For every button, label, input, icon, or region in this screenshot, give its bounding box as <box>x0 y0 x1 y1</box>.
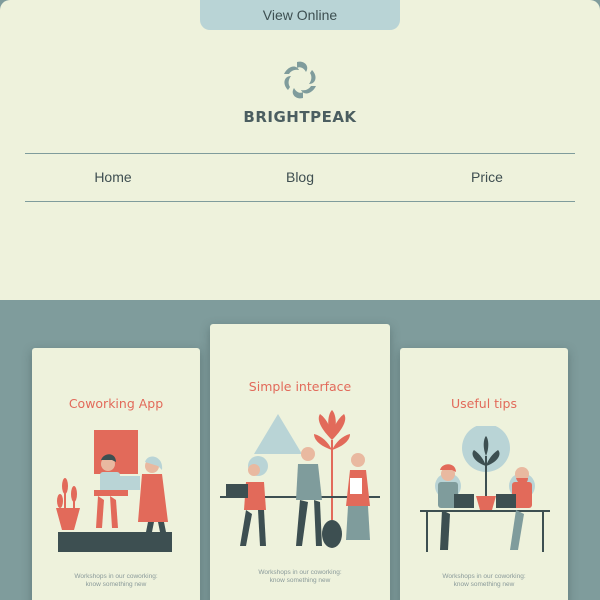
interface-illustration <box>220 410 380 548</box>
card-title: Simple interface <box>248 379 352 394</box>
nav-top-divider <box>25 153 575 154</box>
card-useful-tips[interactable]: Useful tips Workshops in our coworking: … <box>400 348 568 600</box>
nav-item-price[interactable]: Price <box>427 169 547 185</box>
card-caption-line1: Workshops in our coworking: <box>258 569 342 576</box>
nav-item-home[interactable]: Home <box>53 169 173 185</box>
brightpeak-logo-icon[interactable] <box>270 58 330 108</box>
card-caption-line1: Workshops in our coworking: <box>74 573 158 580</box>
card-caption-line2: know something new <box>269 577 331 584</box>
card-simple-interface[interactable]: Simple interface Workshops in our cowork… <box>210 324 390 600</box>
card-caption-line2: know something new <box>85 581 147 588</box>
nav-item-blog[interactable]: Blog <box>240 169 360 185</box>
card-caption-line1: Workshops in our coworking: <box>442 573 526 580</box>
brand-name: BRIGHTPEAK <box>243 108 357 126</box>
card-title: Useful tips <box>451 396 517 411</box>
card-caption-line2: know something new <box>453 581 515 588</box>
coworking-illustration <box>56 430 172 552</box>
wave-divider <box>0 230 600 297</box>
card-title: Coworking App <box>68 396 164 411</box>
email-page: View Online BRIGHTPEAK Home Blog Price C… <box>0 0 600 600</box>
card-coworking-app[interactable]: Coworking App Workshops in our coworking… <box>32 348 200 600</box>
nav-bottom-divider <box>25 201 575 202</box>
view-online-button[interactable]: View Online <box>200 0 400 30</box>
tips-illustration <box>420 426 550 552</box>
